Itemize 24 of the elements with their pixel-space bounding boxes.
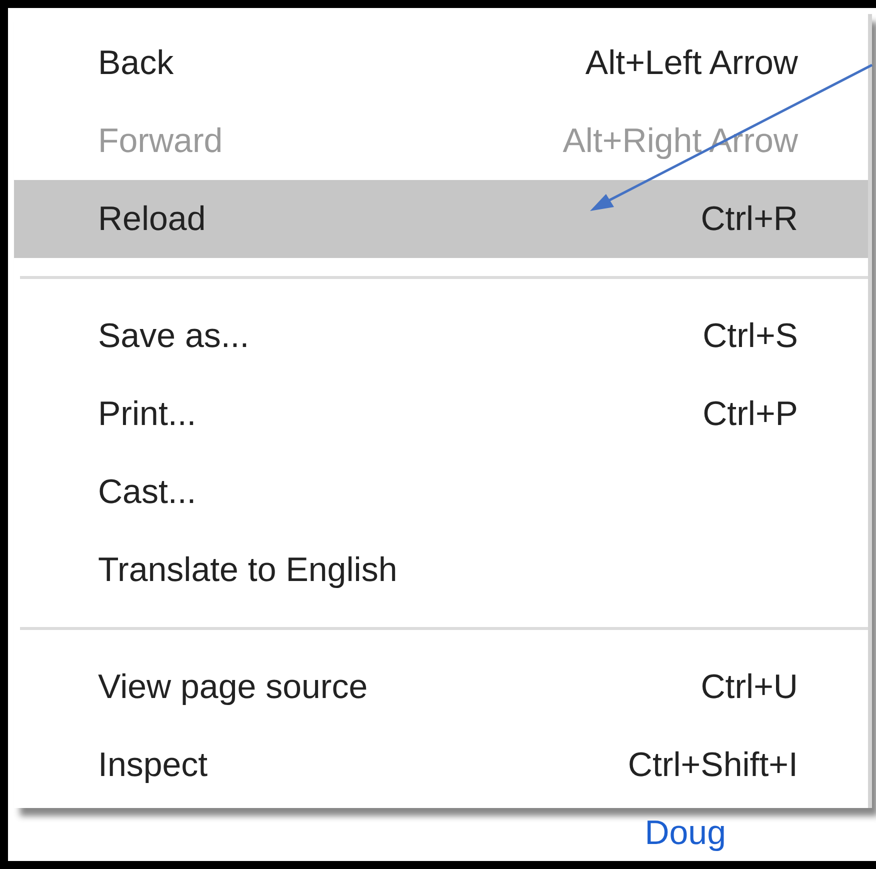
menu-item-label: Cast... xyxy=(98,472,196,512)
menu-item[interactable]: Inspect Ctrl+Shift+I xyxy=(14,726,868,804)
shortcut-text: Ctrl+R xyxy=(700,200,798,238)
menu-item-label: Reload xyxy=(98,200,206,238)
shortcut-text: Ctrl+U xyxy=(700,668,798,706)
link-text[interactable]: Doug xyxy=(644,814,726,853)
menu-item-label: Forward xyxy=(98,122,223,160)
menu-item-label: Print... xyxy=(98,394,196,434)
menu-item[interactable]: Cast... xyxy=(14,453,868,531)
menu-item[interactable]: View page source Ctrl+U xyxy=(14,648,868,726)
shortcut-text: Ctrl+P xyxy=(702,394,798,434)
menu-item[interactable]: Save as... Ctrl+S xyxy=(14,297,868,375)
shortcut-text: Alt+Left Arrow xyxy=(585,44,798,82)
menu-item[interactable]: Translate to English xyxy=(14,531,868,609)
shortcut-text: Ctrl+Shift+I xyxy=(628,746,798,784)
menu-item[interactable]: Print... Ctrl+P xyxy=(14,375,868,453)
menu-item-label: View page source xyxy=(98,668,368,706)
menu-item-label: Inspect xyxy=(98,746,208,784)
menu-item-label: Translate to English xyxy=(98,550,398,590)
menu-item-label: Save as... xyxy=(98,316,250,356)
menu-item[interactable]: Back Alt+Left Arrow xyxy=(14,24,868,102)
menu-item-label: Back xyxy=(98,44,174,82)
shortcut-text: Ctrl+S xyxy=(702,316,798,356)
menu-item[interactable]: Reload Ctrl+R xyxy=(14,180,868,258)
